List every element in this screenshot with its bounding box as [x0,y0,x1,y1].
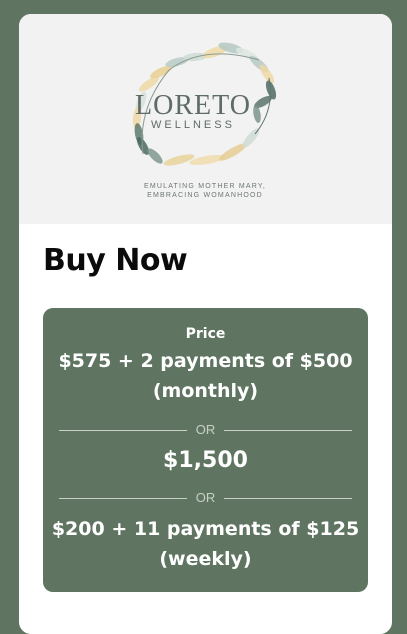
brand-subname: WELLNESS [151,119,235,131]
payment-option-full[interactable]: $1,500 [43,446,368,476]
brand-tagline-line1: EMULATING MOTHER MARY, [144,183,266,190]
divider-line [224,498,352,499]
payment-option-line: $1,500 [163,448,248,473]
payment-option-monthly[interactable]: $575 + 2 payments of $500 (monthly) [43,346,368,406]
or-divider: OR [59,422,352,438]
purchase-card: LORETO WELLNESS EMULATING MOTHER MARY, E… [19,14,392,634]
payment-option-line: (weekly) [159,548,252,570]
page-title: Buy Now [43,243,188,278]
loreto-wellness-logo: LORETO WELLNESS EMULATING MOTHER MARY, E… [132,42,277,199]
divider-line [224,430,352,431]
payment-option-weekly[interactable]: $200 + 11 payments of $125 (weekly) [43,514,368,574]
payment-option-line: (monthly) [152,380,259,402]
brand-tagline-line2: EMBRACING WOMANHOOD [147,192,263,199]
or-divider: OR [59,490,352,506]
price-box: Price $575 + 2 payments of $500 (monthly… [43,308,368,592]
brand-name: LORETO [135,90,251,121]
hero-banner: LORETO WELLNESS EMULATING MOTHER MARY, E… [19,14,392,224]
payment-option-line: $575 + 2 payments of $500 [58,350,353,372]
price-label: Price [185,326,226,342]
payment-option-line: $200 + 11 payments of $125 [51,518,360,540]
